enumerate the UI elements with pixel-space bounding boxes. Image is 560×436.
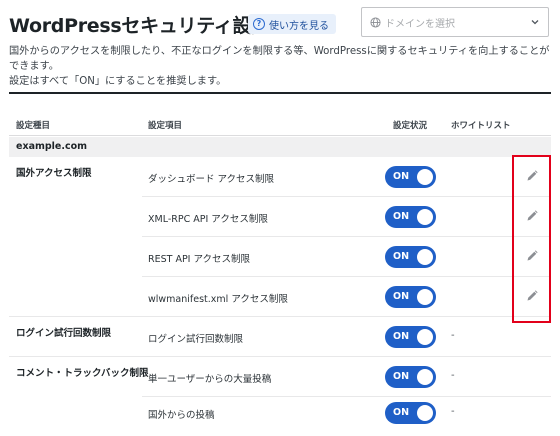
globe-icon: [370, 16, 381, 28]
page-description: 国外からのアクセスを制限したり、不正なログインを制限する等、WordPressに…: [9, 44, 554, 89]
domain-name: example.com: [16, 141, 88, 152]
row-item: 国外からの投稿: [148, 410, 215, 421]
status-toggle[interactable]: ON: [385, 326, 436, 348]
toggle-label: ON: [393, 251, 410, 262]
toggle-knob: [417, 329, 433, 345]
row-item: wlwmanifest.xml アクセス制限: [148, 294, 288, 305]
help-button-label: 使い方を見る: [269, 20, 329, 32]
pencil-icon[interactable]: [525, 209, 539, 223]
status-toggle[interactable]: ON: [385, 246, 436, 268]
toggle-knob: [417, 369, 433, 385]
row-item: REST API アクセス制限: [148, 254, 251, 265]
toggle-label: ON: [393, 371, 410, 382]
table-row: XML-RPC API アクセス制限 ON: [9, 197, 551, 237]
table-row: REST API アクセス制限 ON: [9, 237, 551, 277]
toggle-knob: [417, 289, 433, 305]
row-category: 国外アクセス制限: [16, 168, 92, 179]
whitelist-value: -: [451, 370, 455, 381]
domain-select-placeholder: ドメインを選択: [385, 18, 455, 30]
row-item: 単一ユーザーからの大量投稿: [148, 374, 272, 385]
header-item: 設定項目: [148, 121, 183, 131]
row-category: ログイン試行回数制限: [16, 328, 112, 339]
domain-group-row: example.com: [9, 137, 551, 157]
row-category: コメント・トラックバック制限: [16, 368, 149, 379]
header-category: 設定種目: [16, 121, 51, 131]
row-item: ログイン試行回数制限: [148, 334, 244, 345]
header-whitelist: ホワイトリスト: [451, 121, 511, 131]
toggle-knob: [417, 249, 433, 265]
table-row: wlwmanifest.xml アクセス制限 ON: [9, 277, 551, 317]
help-button[interactable]: ? 使い方を見る: [248, 14, 336, 34]
row-item: XML-RPC API アクセス制限: [148, 214, 268, 225]
toggle-label: ON: [393, 171, 410, 182]
table-row: 国外からの投稿 ON -: [9, 393, 551, 433]
section-divider: [9, 92, 551, 94]
toggle-label: ON: [393, 331, 410, 342]
pencil-icon[interactable]: [525, 289, 539, 303]
table-row: コメント・トラックバック制限 単一ユーザーからの大量投稿 ON -: [9, 357, 551, 397]
whitelist-value: -: [451, 330, 455, 341]
toggle-knob: [417, 209, 433, 225]
status-toggle[interactable]: ON: [385, 402, 436, 424]
table-header: 設定種目 設定項目 設定状況 ホワイトリスト: [9, 114, 551, 136]
table-row: ログイン試行回数制限 ログイン試行回数制限 ON -: [9, 317, 551, 357]
domain-select[interactable]: ドメインを選択: [361, 7, 549, 37]
description-line-2: 設定はすべて「ON」にすることを推奨します。: [9, 76, 227, 87]
status-toggle[interactable]: ON: [385, 206, 436, 228]
status-toggle[interactable]: ON: [385, 286, 436, 308]
toggle-knob: [417, 405, 433, 421]
page-title: WordPressセキュリティ設定: [9, 15, 270, 37]
question-circle-icon: ?: [253, 18, 265, 30]
pencil-icon[interactable]: [525, 249, 539, 263]
status-toggle[interactable]: ON: [385, 166, 436, 188]
pencil-icon[interactable]: [525, 169, 539, 183]
whitelist-value: -: [451, 406, 455, 417]
table-row: 国外アクセス制限 ダッシュボード アクセス制限 ON: [9, 157, 551, 197]
toggle-knob: [417, 169, 433, 185]
toggle-label: ON: [393, 291, 410, 302]
toggle-label: ON: [393, 211, 410, 222]
status-toggle[interactable]: ON: [385, 366, 436, 388]
header-status: 設定状況: [393, 121, 428, 131]
row-item: ダッシュボード アクセス制限: [148, 174, 275, 185]
chevron-down-icon: [531, 20, 539, 25]
description-line-1: 国外からのアクセスを制限したり、不正なログインを制限する等、WordPressに…: [9, 46, 550, 72]
toggle-label: ON: [393, 407, 410, 418]
